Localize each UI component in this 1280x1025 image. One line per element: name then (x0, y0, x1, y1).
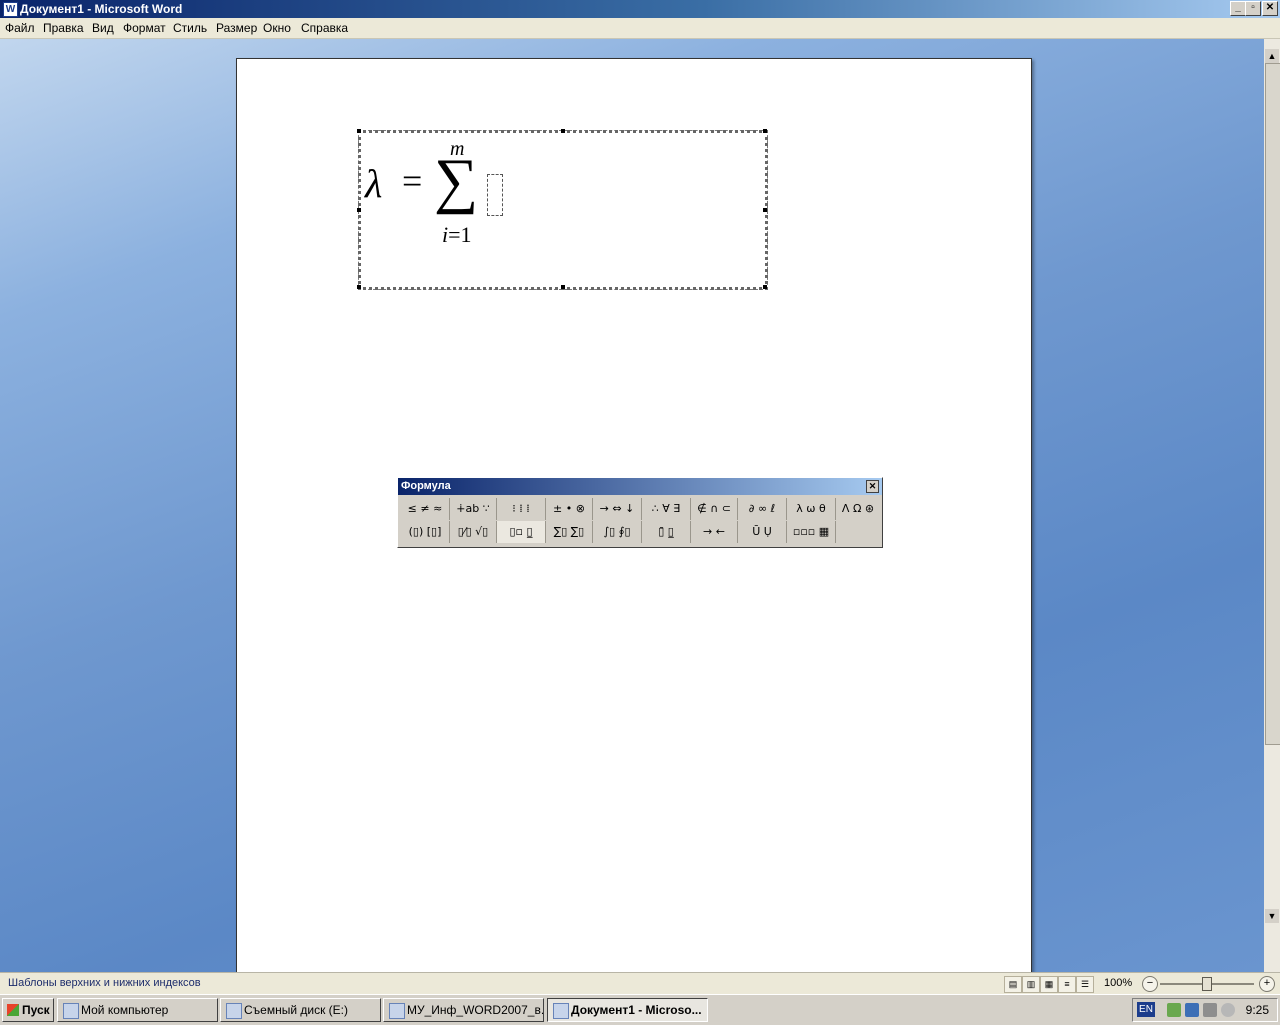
network-icon[interactable] (1185, 1003, 1199, 1017)
task-label: Документ1 - Microso... (571, 1003, 702, 1017)
scroll-down-button[interactable]: ▼ (1265, 909, 1279, 923)
tray-app-icon[interactable] (1167, 1003, 1181, 1017)
fence-templates-button[interactable]: (▯) [▯] (401, 521, 450, 543)
overbar-underbar-button[interactable]: ▯̄ ▯̲ (642, 521, 691, 543)
word-doc-icon (389, 1003, 405, 1019)
menu-format[interactable]: Формат (123, 21, 166, 35)
matrix-button[interactable]: ▫▫▫ ▦ (787, 521, 836, 543)
menu-bar: Файл Правка Вид Формат Стиль Размер Окно… (0, 18, 1280, 39)
word-app-icon: W (3, 2, 18, 17)
greek-upper-button[interactable]: Λ Ω ⊛ (836, 498, 880, 520)
tray-monitor-icon[interactable] (1203, 1003, 1217, 1017)
task-my-computer[interactable]: Мой компьютер (57, 998, 218, 1022)
menu-file[interactable]: Файл (5, 21, 35, 35)
system-tray: EN 9:25 (1132, 998, 1278, 1022)
menu-style[interactable]: Стиль (173, 21, 207, 35)
menu-window[interactable]: Окно (263, 21, 291, 35)
computer-icon (63, 1003, 79, 1019)
window-title: Документ1 - Microsoft Word (20, 2, 183, 16)
zoom-out-icon[interactable]: − (1142, 976, 1158, 992)
task-removable-disk[interactable]: Съемный диск (E:) (220, 998, 381, 1022)
arrows-button[interactable]: → ⇔ ↓ (593, 498, 642, 520)
menu-size[interactable]: Размер (216, 21, 257, 35)
zoom-in-icon[interactable]: + (1259, 976, 1275, 992)
windows-logo-icon (7, 1004, 19, 1016)
integral-button[interactable]: ∫▯ ∮▯ (593, 521, 642, 543)
menu-view[interactable]: Вид (92, 21, 114, 35)
task-label: Съемный диск (E:) (244, 1003, 348, 1017)
operators-button[interactable]: ± • ⊗ (546, 498, 593, 520)
scroll-up-button[interactable]: ▲ (1265, 49, 1279, 63)
minimize-button[interactable]: _ (1230, 1, 1246, 16)
scroll-thumb[interactable] (1265, 63, 1280, 745)
clock[interactable]: 9:25 (1246, 1003, 1269, 1017)
zoom-level[interactable]: 100% (1104, 977, 1132, 989)
resize-handle[interactable] (357, 285, 361, 289)
resize-handle[interactable] (763, 129, 767, 133)
spaces-ellipses-button[interactable]: ∔ab ∵ (450, 498, 497, 520)
formula-toolbar-close-icon[interactable]: ✕ (866, 480, 879, 493)
formula-toolbar: Формула ✕ ≤ ≠ ≈ ∔ab ∵ ⁝ ⁞ ⁞ ± • ⊗ → ⇔ ↓ … (397, 477, 883, 548)
start-button[interactable]: Пуск (2, 998, 54, 1022)
status-text: Шаблоны верхних и нижних индексов (8, 977, 201, 989)
word-doc-icon (553, 1003, 569, 1019)
drive-icon (226, 1003, 242, 1019)
security-icon[interactable] (1221, 1003, 1235, 1017)
greek-lower-button[interactable]: λ ω θ (787, 498, 836, 520)
print-layout-view-icon[interactable]: ▤ (1004, 976, 1022, 993)
language-indicator[interactable]: EN (1137, 1002, 1155, 1017)
start-label: Пуск (22, 1003, 50, 1017)
web-layout-view-icon[interactable]: ▦ (1040, 976, 1058, 993)
resize-handle[interactable] (357, 129, 361, 133)
task-label: Мой компьютер (81, 1003, 169, 1017)
embellishments-button[interactable]: ⁝ ⁞ ⁞ (497, 498, 546, 520)
sum-index-start: =1 (448, 222, 472, 247)
subscript-superscript-button[interactable]: ▯▫ ▯̲ (497, 521, 546, 543)
close-button[interactable]: ✕ (1262, 1, 1278, 16)
status-bar: Шаблоны верхних и нижних индексов ▤ ▥ ▦ … (0, 972, 1280, 995)
logic-button[interactable]: ∴ ∀ ∃ (642, 498, 691, 520)
menu-help[interactable]: Справка (301, 21, 348, 35)
misc-symbols-button[interactable]: ∂ ∞ ℓ (738, 498, 787, 520)
task-word-doc[interactable]: МУ_Инф_WORD2007_в... (383, 998, 544, 1022)
summation-button[interactable]: ∑▯ ∑▯ (546, 521, 593, 543)
formula-toolbar-titlebar[interactable]: Формула ✕ (398, 478, 882, 495)
task-document1[interactable]: Документ1 - Microso... (547, 998, 708, 1022)
restore-button[interactable]: ▫ (1245, 1, 1261, 16)
equation-equals: = (402, 161, 423, 201)
sum-lower-limit: i=1 (442, 222, 472, 248)
full-screen-view-icon[interactable]: ▥ (1022, 976, 1040, 993)
equation-object[interactable]: λ = m ∑ i=1 (357, 129, 768, 290)
equation-lambda: λ (365, 161, 383, 206)
sum-sign: ∑ (434, 147, 479, 215)
zoom-slider-thumb[interactable] (1202, 977, 1212, 991)
menu-edit[interactable]: Правка (43, 21, 84, 35)
vertical-scrollbar[interactable]: ▲ ▼ (1264, 39, 1280, 972)
resize-handle[interactable] (763, 208, 767, 212)
set-theory-button[interactable]: ∉ ∩ ⊂ (691, 498, 738, 520)
taskbar: Пуск Мой компьютер Съемный диск (E:) МУ_… (0, 994, 1280, 1025)
draft-view-icon[interactable]: ☰ (1076, 976, 1094, 993)
formula-toolbar-title: Формула (401, 480, 451, 492)
products-set-button[interactable]: Ū Ụ (738, 521, 787, 543)
resize-handle[interactable] (561, 285, 565, 289)
outline-view-icon[interactable]: ≡ (1058, 976, 1076, 993)
labeled-arrow-button[interactable]: → ← (691, 521, 738, 543)
resize-handle[interactable] (561, 129, 565, 133)
fraction-radical-button[interactable]: ▯⁄▯ √▯ (450, 521, 497, 543)
resize-handle[interactable] (357, 208, 361, 212)
equation-empty-slot[interactable] (487, 174, 503, 216)
task-label: МУ_Инф_WORD2007_в... (407, 1003, 544, 1017)
title-bar: W Документ1 - Microsoft Word _ ▫ ✕ (0, 0, 1280, 18)
relations-button[interactable]: ≤ ≠ ≈ (401, 498, 450, 520)
resize-handle[interactable] (763, 285, 767, 289)
